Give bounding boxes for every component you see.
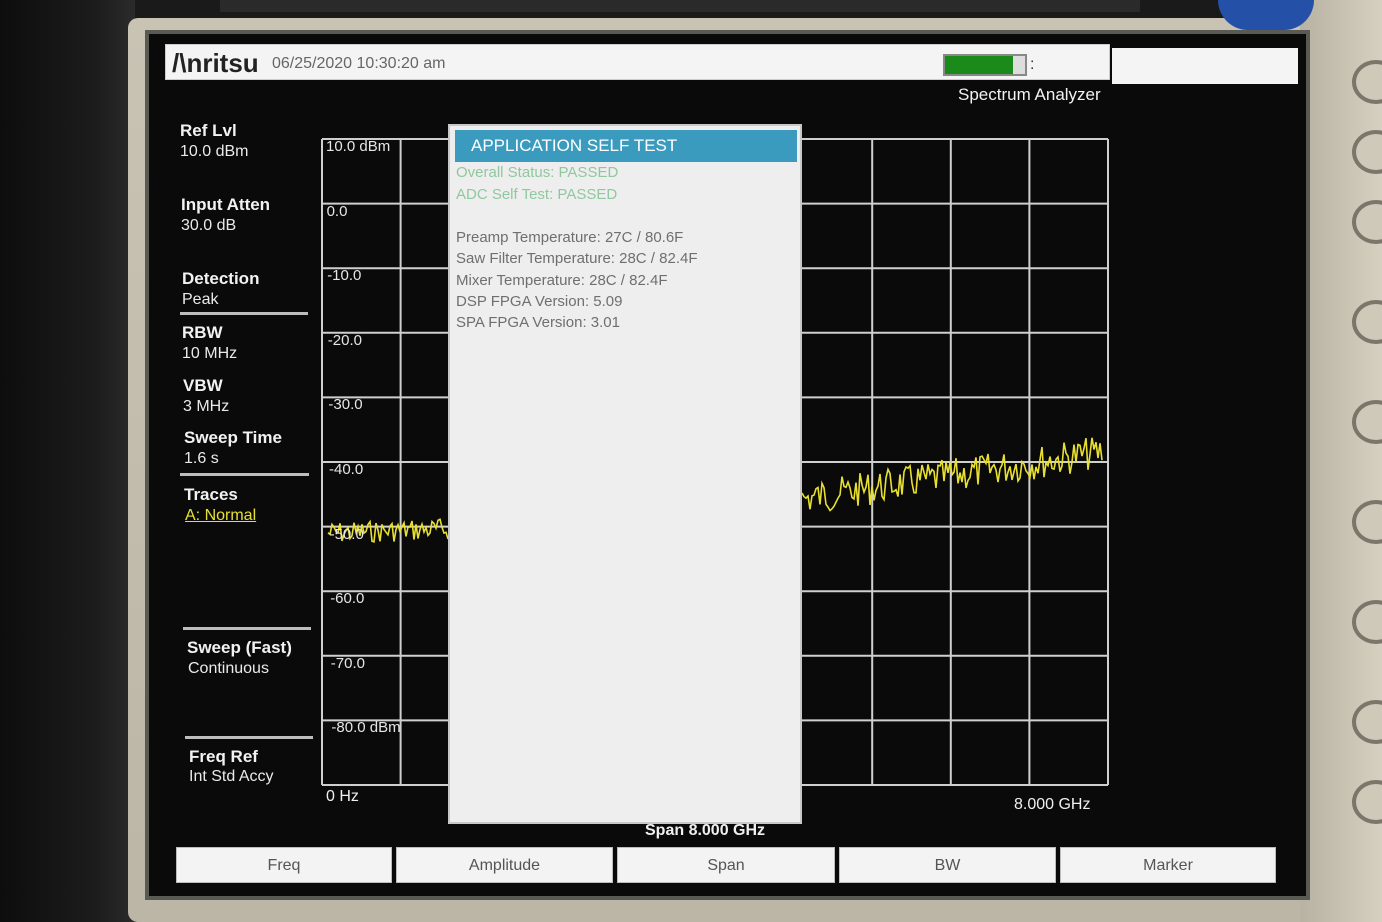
- softkey-span[interactable]: Span: [617, 847, 835, 883]
- softkey-bw[interactable]: BW: [839, 847, 1056, 883]
- softkey-freq[interactable]: Freq: [176, 847, 392, 883]
- amplitude-tick-label: -50.0: [329, 525, 364, 543]
- amplitude-tick-label: -80.0 dBm: [331, 719, 401, 737]
- span-label: Span 8.000 GHz: [645, 822, 766, 839]
- stop-frequency-label: 8.000 GHz: [1014, 796, 1091, 813]
- overall-status: Overall Status: PASSED: [456, 164, 619, 181]
- softkey-amplitude[interactable]: Amplitude: [396, 847, 613, 883]
- saw-filter-temperature: Saw Filter Temperature: 28C / 82.4F: [456, 250, 698, 267]
- device-left-edge: [0, 0, 135, 922]
- amplitude-tick-label: -20.0: [327, 331, 362, 349]
- panel-divider: [183, 627, 311, 630]
- preamp-temperature: Preamp Temperature: 27C / 80.6F: [456, 229, 684, 246]
- input-atten-value: 30.0 dB: [181, 217, 237, 234]
- panel-divider: [180, 312, 308, 315]
- ref-level-label[interactable]: Ref Lvl: [180, 121, 237, 141]
- spa-fpga-version: SPA FPGA Version: 3.01: [456, 314, 620, 331]
- freq-ref-value: Int Std Accy: [189, 768, 274, 785]
- traces-label[interactable]: Traces: [184, 485, 238, 505]
- mixer-temperature: Mixer Temperature: 28C / 82.4F: [456, 272, 668, 289]
- battery-indicator: [943, 54, 1027, 76]
- rbw-value: 10 MHz: [182, 345, 238, 362]
- amplitude-tick-label: -30.0: [328, 396, 363, 414]
- panel-divider: [185, 736, 313, 739]
- trace-a-value[interactable]: A: Normal: [185, 507, 256, 525]
- start-frequency-label: 0 Hz: [326, 788, 359, 805]
- detection-label[interactable]: Detection: [182, 269, 259, 289]
- softkey-marker[interactable]: Marker: [1060, 847, 1276, 883]
- battery-fill: [945, 56, 1013, 74]
- amplitude-tick-label: -10.0: [327, 267, 362, 285]
- battery-separator: :: [1030, 56, 1035, 73]
- sweep-label[interactable]: Sweep (Fast): [187, 638, 292, 658]
- detection-value: Peak: [182, 291, 219, 308]
- dialog-title: APPLICATION SELF TEST: [455, 130, 797, 162]
- panel-divider: [180, 473, 309, 476]
- brand-logo: /\nritsu: [172, 48, 259, 78]
- rental-sticker: [1218, 0, 1314, 30]
- device-top-edge: [220, 0, 1140, 12]
- datetime: 06/25/2020 10:30:20 am: [272, 55, 446, 72]
- amplitude-tick-label: -40.0: [329, 461, 364, 478]
- sweep-value: Continuous: [188, 660, 269, 677]
- vbw-value: 3 MHz: [183, 398, 230, 415]
- rbw-label[interactable]: RBW: [182, 323, 223, 343]
- input-atten-label[interactable]: Input Atten: [181, 195, 270, 215]
- freq-ref-label[interactable]: Freq Ref: [189, 747, 258, 767]
- spectrum-trace-right: [801, 437, 1103, 512]
- vbw-label[interactable]: VBW: [183, 376, 223, 396]
- self-test-dialog: APPLICATION SELF TEST Overall Status: PA…: [448, 124, 802, 824]
- amplitude-tick-label: 10.0 dBm: [326, 138, 391, 155]
- header-bar-extension: [1112, 48, 1298, 84]
- sweep-time-label[interactable]: Sweep Time: [184, 428, 282, 448]
- ref-level-value: 10.0 dBm: [180, 143, 249, 160]
- amplitude-tick-label: -60.0: [330, 590, 365, 608]
- amplitude-tick-label: -70.0: [330, 654, 365, 672]
- adc-self-test-status: ADC Self Test: PASSED: [456, 186, 618, 203]
- sweep-time-value: 1.6 s: [184, 450, 219, 467]
- amplitude-tick-label: 0.0: [326, 202, 348, 220]
- dsp-fpga-version: DSP FPGA Version: 5.09: [456, 293, 623, 310]
- mode-title: Spectrum Analyzer: [958, 85, 1101, 104]
